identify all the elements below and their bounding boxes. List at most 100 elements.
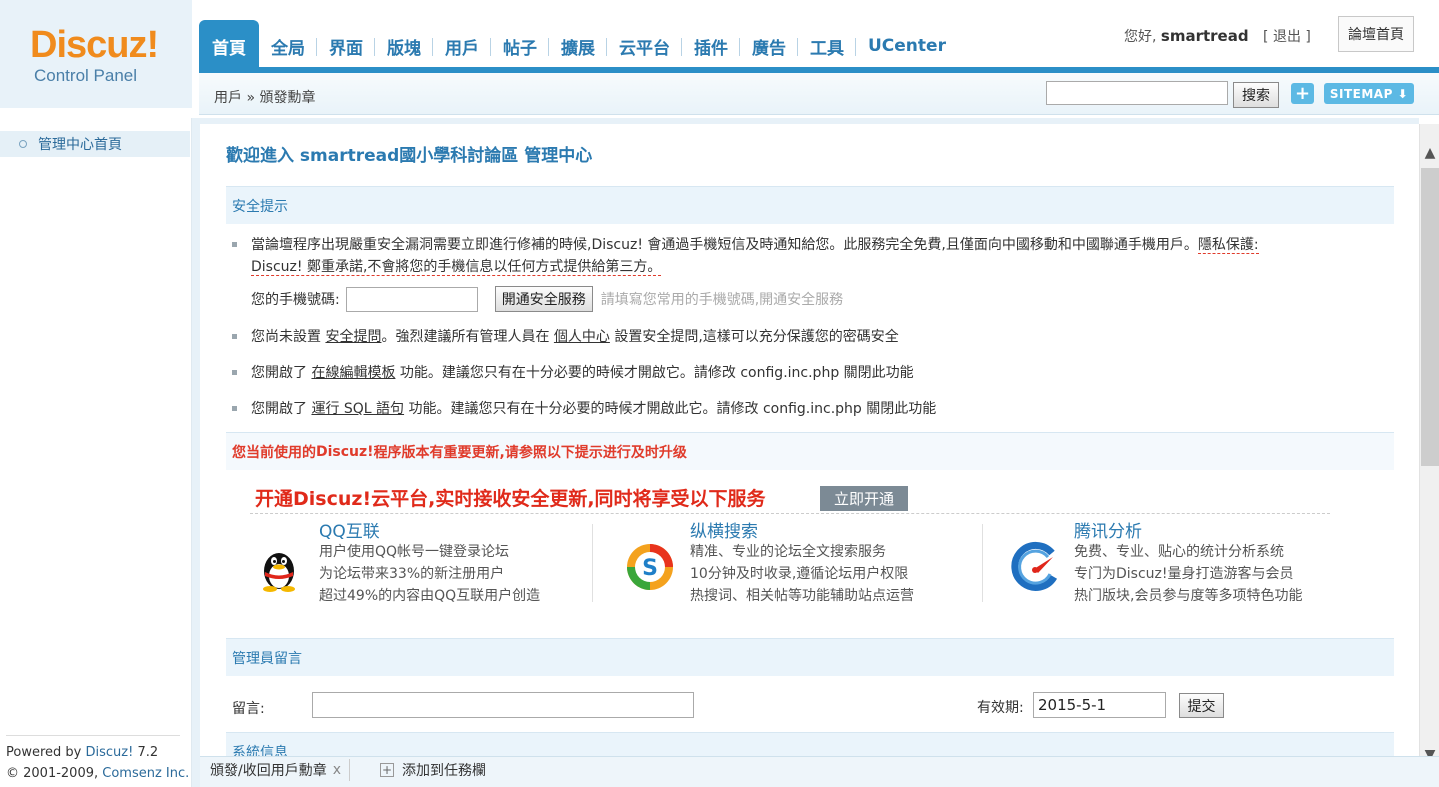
tab-ads[interactable]: 廣告 xyxy=(740,20,798,72)
search-button[interactable]: 搜索 xyxy=(1233,82,1279,108)
security-question-link[interactable]: 安全提問 xyxy=(325,329,381,345)
service-line: 为论坛带来33%的新注册用户 xyxy=(319,566,505,582)
tab-global[interactable]: 全局 xyxy=(259,20,317,72)
sidebar-divider xyxy=(6,735,180,736)
scroll-up-icon[interactable]: ▲ xyxy=(1420,142,1439,164)
open-cloud-button[interactable]: 立即开通 xyxy=(820,486,908,511)
search-s-icon: S xyxy=(627,544,673,590)
tip-sms-alert: 當論壇程序出現嚴重安全漏洞需要立即進行修補的時候,Discuz! 會通過手機短信… xyxy=(232,234,1371,278)
sidebar-item-admin-home[interactable]: 管理中心首頁 xyxy=(0,131,190,157)
tip4-text-b: 功能。建議您只有在十分必要的時候才開啟此它。請修改 config.inc.php… xyxy=(404,401,937,417)
tab-cloud[interactable]: 云平台 xyxy=(607,20,682,72)
plus-icon: + xyxy=(380,763,394,777)
sitemap-button[interactable]: SITEMAP ⬇ xyxy=(1324,83,1414,104)
tip3-text-a: 您開啟了 xyxy=(251,365,312,381)
online-template-link[interactable]: 在線編輯模板 xyxy=(311,365,395,381)
sidebar: 管理中心首頁 Powered by Discuz! 7.2 © 2001-200… xyxy=(0,118,192,787)
user-greeting: 您好, smartread [ 退出 ] xyxy=(1124,26,1311,46)
tab-users[interactable]: 用戶 xyxy=(433,20,491,72)
tip2-text-a: 您尚未設置 xyxy=(251,329,326,345)
svg-text:S: S xyxy=(642,556,658,581)
cloud-promo-title: 开通Discuz!云平台,实时接收安全更新,同时将享受以下服务 xyxy=(255,488,766,510)
sub-bar: 用戶 » 頒發勳章 搜索 + SITEMAP ⬇ xyxy=(199,73,1439,115)
phone-hint: 請填寫您常用的手機號碼,開通安全服務 xyxy=(600,292,844,308)
tab-extensions[interactable]: 擴展 xyxy=(549,20,607,72)
add-shortcut-button[interactable]: + xyxy=(1291,83,1314,104)
tip4-text-a: 您開啟了 xyxy=(251,401,312,417)
powered-by: Powered by Discuz! 7.2 © 2001-2009, Coms… xyxy=(6,742,189,784)
tip1-promise: Discuz! 鄭重承諾,不會將您的手機信息以任何方式提供給第三方。 xyxy=(251,259,662,276)
admin-message-header: 管理員留言 xyxy=(226,638,1394,676)
service-tencent-analytics[interactable]: 腾讯分析 免费、专业、贴心的统计分析系统 专门为Discuz!量身打造游客与会员… xyxy=(1008,517,1408,609)
expiry-input[interactable]: 2015-5-1 xyxy=(1033,692,1166,718)
message-label: 留言: xyxy=(232,701,265,717)
enable-security-service-button[interactable]: 開通安全服務 xyxy=(494,286,593,312)
search-input[interactable] xyxy=(1046,81,1228,105)
tab-home[interactable]: 首頁 xyxy=(199,20,259,72)
tip-online-template: 您開啟了 在線編輯模板 功能。建議您只有在十分必要的時候才開啟它。請修改 con… xyxy=(232,362,914,384)
service-line: 10分钟及时收录,遵循论坛用户权限 xyxy=(690,566,909,582)
service-line: 热门版块,会员参与度等多项特色功能 xyxy=(1074,588,1303,604)
close-icon[interactable]: x xyxy=(333,762,341,778)
phone-label: 您的手機號碼: xyxy=(251,292,340,308)
service-separator xyxy=(592,524,593,602)
tip2-text-b: 。強烈建議所有管理人員在 xyxy=(381,329,554,345)
bracket-close: ] xyxy=(1305,29,1311,45)
main-nav-tabs: 首頁 全局 界面 版塊 用戶 帖子 擴展 云平台 插件 廣告 工具 UCente… xyxy=(199,20,958,72)
expiry-label: 有效期: xyxy=(977,700,1024,716)
privacy-label: 隱私保護: xyxy=(1197,237,1259,254)
service-line: 超过49%的内容由QQ互联用户创造 xyxy=(319,588,541,604)
tab-forums[interactable]: 版塊 xyxy=(375,20,433,72)
run-sql-link[interactable]: 運行 SQL 語句 xyxy=(311,401,404,417)
admin-message-form: 留言: 有效期: 2015-5-1 提交 xyxy=(200,692,1419,722)
breadcrumb: 用戶 » 頒發勳章 xyxy=(214,90,316,106)
page-title: 歡迎進入 smartread國小學科討論區 管理中心 xyxy=(226,146,593,166)
scroll-thumb[interactable] xyxy=(1421,168,1439,466)
phone-row: 您的手機號碼: 開通安全服務 請填寫您常用的手機號碼,開通安全服務 xyxy=(251,286,843,312)
tab-tools[interactable]: 工具 xyxy=(798,20,856,72)
forum-home-button[interactable]: 論壇首頁 xyxy=(1338,16,1414,52)
service-separator xyxy=(982,524,983,602)
username: smartread xyxy=(1160,27,1249,45)
discuz-link[interactable]: Discuz! xyxy=(85,745,133,760)
service-title: QQ互联 xyxy=(319,522,380,542)
system-info-header: 系統信息 xyxy=(226,732,1394,756)
tab-posts[interactable]: 帖子 xyxy=(491,20,549,72)
qq-penguin-icon xyxy=(263,553,295,592)
add-to-taskbar-button[interactable]: + 添加到任務欄 xyxy=(380,759,486,781)
logout-link[interactable]: 退出 xyxy=(1273,29,1301,45)
update-notice: 您当前使用的 Discuz! 程序版本有重要更新,请参照以下提示进行及时升级 xyxy=(226,432,1394,470)
service-line: 精准、专业的论坛全文搜索服务 xyxy=(690,544,886,560)
tab-interface[interactable]: 界面 xyxy=(317,20,375,72)
task-item-medals[interactable]: 頒發/收回用戶勳章 x xyxy=(210,759,351,781)
tip-security-question: 您尚未設置 安全提問。強烈建議所有管理人員在 個人中心 設置安全提問,這樣可以充… xyxy=(232,326,899,348)
promo-divider xyxy=(250,513,1330,514)
personal-center-link[interactable]: 個人中心 xyxy=(554,329,610,345)
vertical-scrollbar[interactable]: ▲ ▼ xyxy=(1419,124,1439,764)
security-section-header: 安全提示 xyxy=(226,186,1394,224)
phone-input[interactable] xyxy=(345,286,478,312)
tab-ucenter[interactable]: UCenter xyxy=(856,20,958,72)
service-title: 纵横搜索 xyxy=(690,522,758,542)
tab-plugins[interactable]: 插件 xyxy=(682,20,740,72)
bracket-open: [ xyxy=(1263,29,1269,45)
add-to-taskbar-label: 添加到任務欄 xyxy=(402,763,486,779)
service-qq-connect[interactable]: QQ互联 用户使用QQ帐号一键登录论坛 为论坛带来33%的新注册用户 超过49%… xyxy=(253,517,583,609)
service-zongheng-search[interactable]: S 纵横搜索 精准、专业的论坛全文搜索服务 10分钟及时收录,遵循论坛用户权限 … xyxy=(624,517,984,609)
logo[interactable]: Discuz! Control Panel xyxy=(0,0,192,108)
sidebar-splitter[interactable] xyxy=(192,118,200,787)
tip3-text-b: 功能。建議您只有在十分必要的時候才開啟它。請修改 config.inc.php … xyxy=(395,365,914,381)
circle-bullet-icon xyxy=(19,140,27,148)
powered-version: 7.2 xyxy=(133,745,159,760)
comsenz-link[interactable]: Comsenz Inc. xyxy=(102,766,189,781)
task-item-label: 頒發/收回用戶勳章 xyxy=(210,763,327,779)
sidebar-item-label: 管理中心首頁 xyxy=(38,137,122,153)
tip1-text: 當論壇程序出現嚴重安全漏洞需要立即進行修補的時候,Discuz! 會通過手機短信… xyxy=(251,237,1198,253)
powered-prefix: Powered by xyxy=(6,745,86,760)
service-line: 热搜词、相关帖等功能辅助站点运营 xyxy=(690,588,914,604)
main-content: 歡迎進入 smartread國小學科討論區 管理中心 安全提示 當論壇程序出現嚴… xyxy=(200,118,1419,756)
service-title: 腾讯分析 xyxy=(1074,522,1142,542)
message-input[interactable] xyxy=(312,692,694,718)
submit-button[interactable]: 提交 xyxy=(1179,693,1224,718)
logo-subtitle: Control Panel xyxy=(34,66,138,85)
